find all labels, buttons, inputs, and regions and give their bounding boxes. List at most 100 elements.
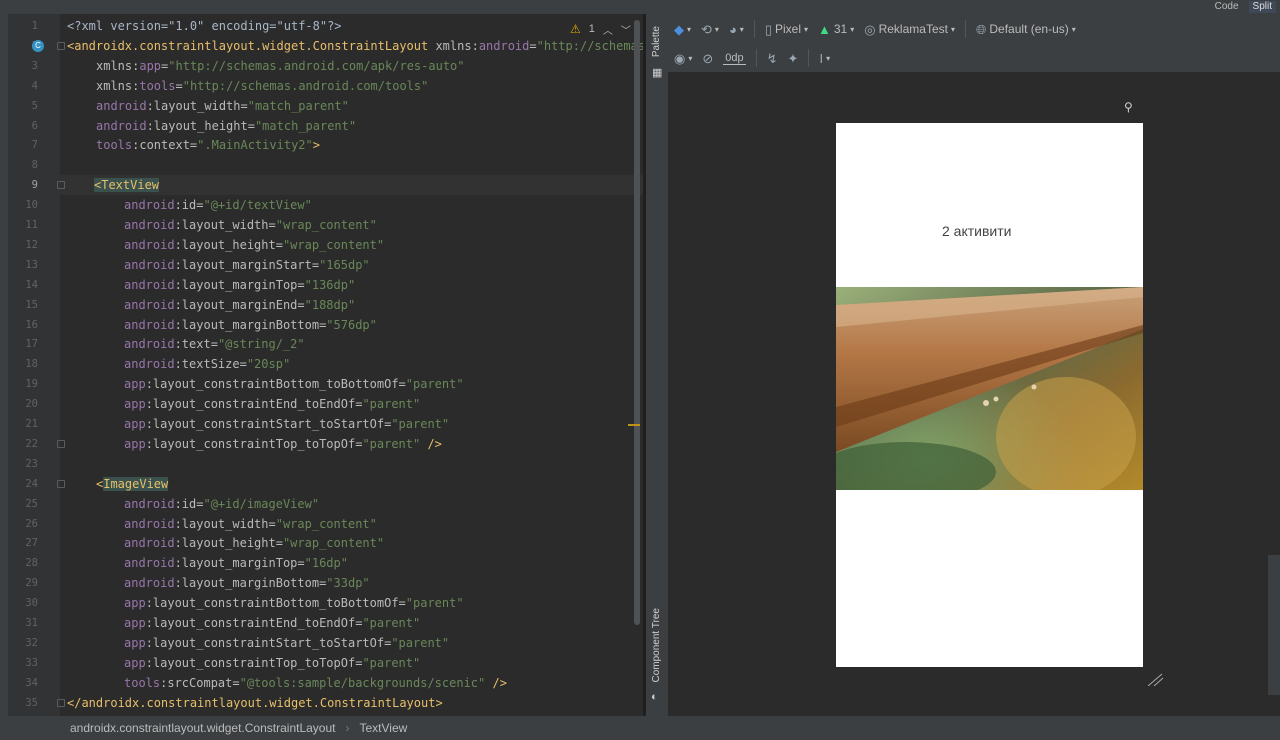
theme-dropdown[interactable]: ◎ ReklamaTest ▾ (864, 22, 955, 36)
clear-constraints-icon: ↯ (766, 50, 778, 66)
palette-icon: ▦ (652, 67, 663, 79)
attr-value: "20sp" (246, 357, 291, 372)
code-line: android:layout_width="wrap_content" (124, 215, 377, 235)
xml-declaration: <?xml version="1.0" encoding="utf-8"?> (67, 19, 342, 33)
preview-textview[interactable]: 2 активити (942, 223, 1011, 239)
attr-name: :layout_marginStart= (174, 257, 320, 272)
toolbar-separator (755, 49, 757, 67)
preview-imageview[interactable] (836, 287, 1143, 490)
prev-highlight-icon[interactable]: ︿ (603, 22, 613, 37)
code-line: </androidx.constraintlayout.widget.Const… (67, 693, 443, 713)
line-number-gutter: 1234567891011121314151617181920212223242… (8, 14, 60, 716)
orientation-button[interactable]: ⟲ ▾ (701, 23, 719, 36)
code-line: <?xml version="1.0" encoding="utf-8"?> (67, 16, 342, 36)
line-number: 6 (31, 119, 38, 132)
attr-value: "http://schemas.android.com/apk/res-auto… (168, 58, 465, 73)
code-line: android:layout_marginTop="136dp" (124, 275, 355, 295)
editor-scrollbar[interactable] (634, 20, 640, 625)
namespace: android (478, 38, 530, 53)
code-line: tools:srcCompat="@tools:sample/backgroun… (124, 673, 507, 693)
next-highlight-icon[interactable]: ﹀ (621, 22, 631, 37)
attr-value: "165dp" (319, 257, 370, 272)
equals: = (175, 78, 183, 93)
warning-marker[interactable] (628, 424, 640, 426)
namespace: android (124, 556, 175, 571)
clear-constraints-button[interactable]: ↯ (767, 52, 778, 65)
pin-icon[interactable]: ⚲ (1124, 100, 1133, 114)
resize-handle-icon[interactable] (1146, 672, 1164, 686)
line-number: 1 (31, 20, 38, 32)
line-number: 11 (25, 219, 38, 231)
fold-marker-icon[interactable] (57, 41, 65, 50)
default-margin-button[interactable]: 0dp (723, 52, 746, 65)
autoconnect-button[interactable]: ⊘ (702, 52, 713, 65)
breadcrumb-item-constraintlayout[interactable]: androidx.constraintlayout.widget.Constra… (70, 721, 336, 735)
layout-toolbar: ◉ ▾ ⊘ 0dp ↯ ✦ I ▾ (668, 44, 1280, 72)
device-label: Pixel (774, 22, 801, 36)
code-line: app:layout_constraintTop_toTopOf="parent… (124, 434, 442, 454)
top-bar: Code Split (0, 0, 1280, 14)
code-line: <ImageView (96, 474, 169, 494)
code-editor[interactable]: <?xml version="1.0" encoding="utf-8"?> <a… (60, 14, 643, 716)
design-surface-button[interactable]: ◆ ▾ (674, 23, 691, 36)
code-line: app:layout_constraintEnd_toEndOf="parent… (124, 394, 420, 414)
attr-name: :layout_constraintBottom_toBottomOf= (145, 596, 406, 611)
attr-value: "wrap_content" (275, 516, 377, 531)
attr-name: :id= (174, 496, 204, 511)
attr-value: "parent" (362, 436, 421, 451)
align-icon: I (819, 50, 824, 66)
attr-name: :layout_height= (174, 536, 283, 551)
class-gutter-icon[interactable]: C (32, 39, 44, 52)
night-mode-button[interactable]: ◕ ▾ (729, 23, 744, 36)
attr-value: "parent" (391, 635, 450, 650)
infer-constraints-button[interactable]: ✦ (788, 52, 799, 65)
view-mode-split[interactable]: Split (1248, 1, 1276, 13)
code-line: app:layout_constraintTop_toTopOf="parent… (124, 653, 420, 673)
design-side-strip: Palette ▦ Component Tree ◐ (646, 14, 668, 716)
code-line: android:layout_marginBottom="576dp" (124, 315, 377, 335)
line-number: 23 (25, 457, 38, 470)
attr-name: :layout_marginBottom= (174, 317, 327, 332)
fold-marker-icon[interactable] (57, 439, 65, 448)
line-number: 15 (25, 298, 38, 311)
code-line: app:layout_constraintStart_toStartOf="pa… (124, 633, 449, 653)
line-number: 5 (31, 99, 38, 112)
view-options-button[interactable]: ◉ ▾ (674, 52, 692, 65)
code-line: android:layout_height="wrap_content" (124, 533, 384, 553)
namespace: android (124, 357, 175, 372)
inspection-widget[interactable]: ⚠ 1 ︿ ﹀ (570, 20, 631, 38)
line-number: 16 (25, 318, 38, 331)
tag-end: > (312, 138, 320, 153)
code-line: android:layout_marginTop="16dp" (124, 553, 348, 573)
fold-marker-icon[interactable] (57, 698, 65, 707)
component-tree-tab[interactable]: Component Tree (651, 608, 662, 683)
locale-dropdown[interactable]: 🌐︎ Default (en-us) ▾ (976, 22, 1076, 36)
palette-tab[interactable]: Palette (651, 26, 662, 57)
attr-value: "wrap_content" (275, 218, 377, 232)
right-side-toolbar[interactable] (1268, 555, 1280, 695)
locale-label: Default (en-us) (989, 22, 1069, 36)
view-mode-code[interactable]: Code (1211, 1, 1243, 13)
fold-marker-icon[interactable] (57, 479, 65, 488)
equals: = (529, 38, 537, 53)
line-number: 8 (31, 159, 38, 172)
namespace: app (124, 635, 146, 650)
namespace: app (124, 417, 146, 431)
device-dropdown[interactable]: ▯ Pixel ▾ (765, 22, 808, 36)
code-line: android:layout_marginStart="165dp" (124, 255, 370, 275)
guidelines-button[interactable]: I ▾ (819, 52, 830, 65)
api-dropdown[interactable]: ▲ 31 ▾ (818, 22, 854, 36)
fold-marker-icon[interactable] (57, 181, 65, 190)
line-number: 9 (31, 179, 38, 192)
line-number: 32 (25, 636, 38, 649)
magic-wand-icon: ✦ (787, 50, 799, 66)
line-number: 30 (25, 597, 38, 610)
code-line: <TextView (94, 175, 160, 195)
breadcrumb-bar: androidx.constraintlayout.widget.Constra… (0, 716, 1280, 740)
globe-icon: 🌐︎ (975, 21, 987, 37)
namespace: app (124, 397, 146, 412)
attr-value: "576dp" (326, 317, 377, 332)
theme-label: ReklamaTest (878, 22, 948, 36)
breadcrumb-item-textview[interactable]: TextView (360, 721, 408, 735)
left-tool-strip (0, 0, 8, 740)
